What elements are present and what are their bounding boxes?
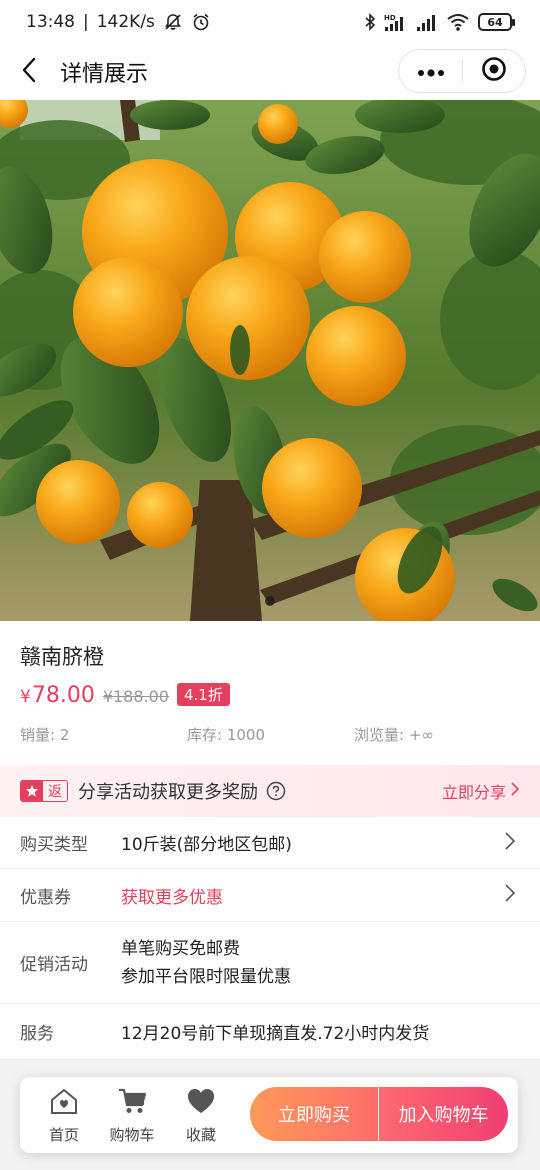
currency-symbol: ¥ bbox=[20, 687, 31, 707]
wifi-icon bbox=[446, 12, 470, 32]
more-button[interactable] bbox=[399, 50, 462, 92]
rebate-tag-label: 返 bbox=[48, 784, 62, 800]
current-price: ¥78.00 bbox=[20, 683, 95, 708]
tab-home[interactable]: 首页 bbox=[37, 1087, 91, 1145]
close-button[interactable] bbox=[463, 50, 525, 92]
status-separator: | bbox=[83, 12, 89, 32]
tab-label: 购物车 bbox=[109, 1126, 155, 1144]
promotion-item: 参加平台限时限量优惠 bbox=[121, 966, 291, 987]
page-title: 详情展示 bbox=[60, 62, 149, 87]
detail-row-promotion: 促销活动 单笔购买免邮费 参加平台限时限量优惠 bbox=[0, 922, 540, 1004]
detail-list: 购买类型 10斤装(部分地区包邮) 优惠券 获取更多优惠 促销活动 单笔购买免邮… bbox=[0, 817, 540, 1060]
tab-label: 收藏 bbox=[185, 1126, 216, 1144]
view-count: 浏览量: +∞ bbox=[354, 726, 434, 744]
detail-label: 促销活动 bbox=[20, 955, 88, 975]
price-row: ¥78.00 ¥188.00 4.1折 bbox=[20, 683, 230, 708]
bluetooth-icon bbox=[364, 12, 376, 32]
product-name: 赣南脐橙 bbox=[20, 645, 104, 669]
chevron-right-icon bbox=[504, 883, 516, 907]
chevron-right-icon bbox=[510, 781, 520, 801]
promotion-item: 单笔购买免邮费 bbox=[121, 938, 240, 959]
status-left: 13:48 | 142K/s bbox=[26, 12, 211, 32]
rebate-tag: 返 bbox=[20, 780, 68, 802]
share-banner[interactable]: 返 分享活动获取更多奖励 立即分享 bbox=[0, 765, 540, 817]
detail-value: 12月20号前下单现摘直发.72小时内发货 bbox=[121, 1024, 430, 1044]
tab-label: 首页 bbox=[48, 1126, 79, 1144]
chevron-right-icon bbox=[504, 831, 516, 855]
share-now-button[interactable]: 立即分享 bbox=[442, 779, 520, 803]
svg-text:HD: HD bbox=[384, 14, 396, 22]
carousel-indicator[interactable] bbox=[265, 596, 275, 606]
sales-count: 销量: 2 bbox=[20, 726, 70, 744]
status-time: 13:48 bbox=[26, 12, 75, 32]
battery-icon: 64 bbox=[478, 13, 515, 31]
stock-count: 库存: 1000 bbox=[187, 726, 265, 744]
share-now-label: 立即分享 bbox=[441, 783, 506, 802]
detail-label: 服务 bbox=[20, 1024, 54, 1044]
mini-program-capsule bbox=[398, 49, 526, 93]
bottom-action-bar: 首页 购物车 收藏 立即购买 加入购物车 bbox=[20, 1077, 518, 1153]
network-speed: 142K/s bbox=[96, 12, 155, 32]
product-info: 赣南脐橙 ¥78.00 ¥188.00 4.1折 销量: 2 库存: 1000 … bbox=[0, 621, 540, 765]
back-button[interactable] bbox=[2, 44, 58, 100]
share-promo-text: 分享活动获取更多奖励 bbox=[78, 782, 258, 803]
nav-bar: 详情展示 bbox=[0, 44, 540, 100]
mute-icon bbox=[163, 12, 183, 32]
heart-icon bbox=[186, 1087, 216, 1119]
product-image[interactable] bbox=[0, 100, 540, 621]
detail-label: 购买类型 bbox=[20, 835, 88, 855]
add-to-cart-button[interactable]: 加入购物车 bbox=[379, 1087, 508, 1141]
detail-row-coupon[interactable]: 优惠券 获取更多优惠 bbox=[0, 869, 540, 922]
detail-row-purchase-type[interactable]: 购买类型 10斤装(部分地区包邮) bbox=[0, 817, 540, 869]
detail-label: 优惠券 bbox=[20, 887, 71, 908]
coupon-link[interactable]: 获取更多优惠 bbox=[121, 883, 223, 908]
orange-tree-photo bbox=[0, 100, 540, 621]
status-bar: 13:48 | 142K/s HD 64 bbox=[0, 0, 540, 44]
purchase-actions: 立即购买 加入购物车 bbox=[250, 1087, 508, 1141]
star-icon bbox=[21, 781, 43, 801]
original-price: ¥188.00 bbox=[102, 687, 169, 706]
more-dots-icon bbox=[417, 62, 445, 81]
target-close-icon bbox=[481, 56, 507, 86]
hd-signal-icon: HD bbox=[384, 12, 408, 32]
status-right: HD 64 bbox=[364, 12, 515, 32]
tab-cart[interactable]: 购物车 bbox=[105, 1087, 159, 1145]
tab-favorite[interactable]: 收藏 bbox=[174, 1087, 228, 1145]
alarm-icon bbox=[191, 12, 211, 32]
detail-row-service: 服务 12月20号前下单现摘直发.72小时内发货 bbox=[0, 1004, 540, 1060]
detail-value: 10斤装(部分地区包邮) bbox=[121, 835, 292, 855]
help-icon[interactable] bbox=[266, 781, 286, 801]
battery-level: 64 bbox=[487, 15, 503, 29]
discount-badge: 4.1折 bbox=[176, 683, 230, 706]
home-icon bbox=[49, 1087, 79, 1119]
buy-now-button[interactable]: 立即购买 bbox=[250, 1087, 378, 1141]
signal-icon bbox=[416, 12, 438, 32]
cart-icon bbox=[117, 1087, 147, 1119]
promotion-list: 单笔购买免邮费 参加平台限时限量优惠 bbox=[121, 935, 291, 991]
chevron-left-icon bbox=[19, 57, 41, 87]
current-price-value: 78.00 bbox=[31, 683, 95, 708]
